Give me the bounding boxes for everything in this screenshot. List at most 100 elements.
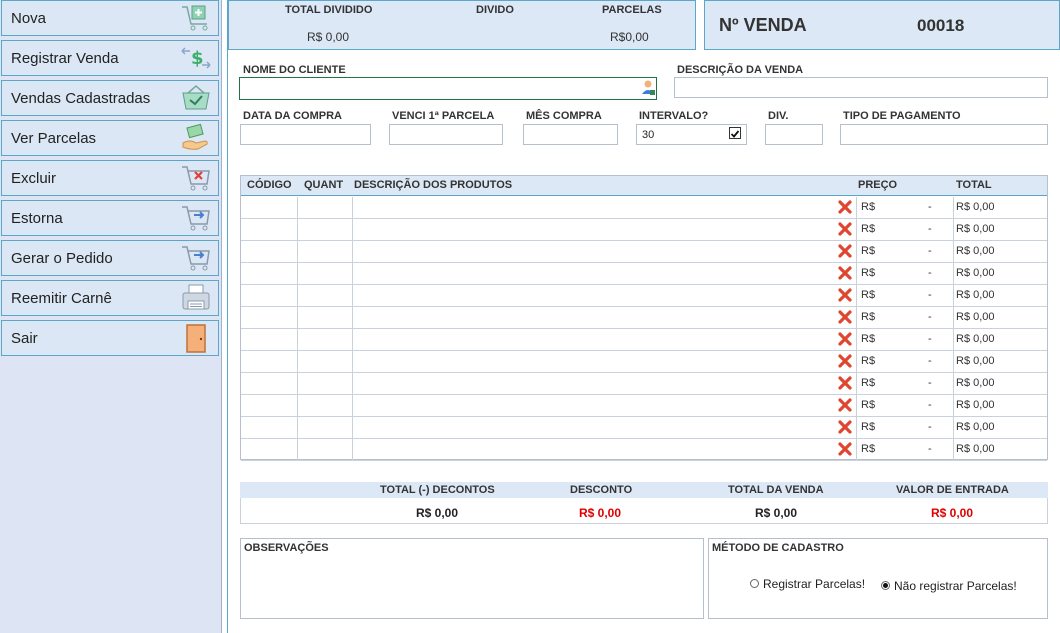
estorna-button[interactable]: Estorna <box>1 200 219 236</box>
venci-parcela-label: VENCI 1ª PARCELA <box>392 110 495 122</box>
cell-preco-value: - <box>928 245 932 257</box>
cell-preco-currency: R$ <box>861 421 876 433</box>
delete-row-icon[interactable] <box>837 243 853 259</box>
cell-total: R$ 0,00 <box>956 267 995 279</box>
delete-row-icon[interactable] <box>837 199 853 215</box>
cell-preco-currency: R$ <box>861 289 876 301</box>
observacoes-box[interactable]: OBSERVAÇÕES <box>240 538 704 619</box>
div-input[interactable] <box>765 124 823 145</box>
total-dividido-label: TOTAL DIVIDIDO <box>285 4 373 16</box>
parcelas-value: R$0,00 <box>610 30 649 44</box>
table-row[interactable]: R$ - R$ 0,00 <box>241 197 1047 219</box>
excluir-button[interactable]: Excluir <box>1 160 219 196</box>
intervalo-checkbox[interactable] <box>729 127 741 139</box>
cell-total: R$ 0,00 <box>956 245 995 257</box>
table-row[interactable]: R$ - R$ 0,00 <box>241 373 1047 395</box>
cell-preco-value: - <box>928 399 932 411</box>
table-row[interactable]: R$ - R$ 0,00 <box>241 417 1047 439</box>
table-row[interactable]: R$ - R$ 0,00 <box>241 307 1047 329</box>
venci-parcela-input[interactable] <box>389 124 503 145</box>
ver-parcelas-button[interactable]: Ver Parcelas <box>1 120 219 156</box>
descricao-venda-label: DESCRIÇÃO DA VENDA <box>677 64 804 76</box>
cell-preco-value: - <box>928 223 932 235</box>
delete-row-icon[interactable] <box>837 375 853 391</box>
vendas-cadastradas-button[interactable]: Vendas Cadastradas <box>1 80 219 116</box>
cell-preco-value: - <box>928 377 932 389</box>
totals-header: TOTAL (-) DECONTOS DESCONTO TOTAL DA VEN… <box>240 482 1048 498</box>
cell-total: R$ 0,00 <box>956 377 995 389</box>
cell-preco-currency: R$ <box>861 355 876 367</box>
data-compra-label: DATA DA COMPRA <box>243 110 342 122</box>
header-codigo: CÓDIGO <box>247 179 292 191</box>
total-venda-value: R$ 0,00 <box>755 506 798 520</box>
cell-total: R$ 0,00 <box>956 355 995 367</box>
delete-row-icon[interactable] <box>837 221 853 237</box>
cell-total: R$ 0,00 <box>956 311 995 323</box>
table-row[interactable]: R$ - R$ 0,00 <box>241 395 1047 417</box>
hand-money-icon <box>180 123 212 153</box>
header-preco: PREÇO <box>858 179 898 191</box>
door-icon <box>180 323 212 353</box>
cell-total: R$ 0,00 <box>956 201 995 213</box>
estorna-label: Estorna <box>11 209 63 227</box>
total-descontos-label: TOTAL (-) DECONTOS <box>380 484 495 496</box>
registrar-venda-button[interactable]: Registrar Venda $ <box>1 40 219 76</box>
cell-preco-value: - <box>928 443 932 455</box>
delete-row-icon[interactable] <box>837 309 853 325</box>
mes-compra-label: MÊS COMPRA <box>526 110 602 122</box>
valor-entrada-value[interactable]: R$ 0,00 <box>931 506 973 520</box>
nao-registrar-parcelas-radio[interactable] <box>881 581 890 590</box>
cell-preco-value: - <box>928 333 932 345</box>
svg-text:$: $ <box>191 48 204 69</box>
delete-row-icon[interactable] <box>837 419 853 435</box>
mes-compra-input[interactable] <box>523 124 618 145</box>
reemitir-carne-button[interactable]: Reemitir Carnê <box>1 280 219 316</box>
printer-icon <box>180 283 212 313</box>
table-row[interactable]: R$ - R$ 0,00 <box>241 329 1047 351</box>
sidebar: Nova Registrar Venda $ Vendas Cadastrada… <box>0 0 222 633</box>
cell-preco-currency: R$ <box>861 201 876 213</box>
table-row[interactable]: R$ - R$ 0,00 <box>241 351 1047 373</box>
gerar-pedido-button[interactable]: Gerar o Pedido <box>1 240 219 276</box>
table-row[interactable]: R$ - R$ 0,00 <box>241 241 1047 263</box>
delete-row-icon[interactable] <box>837 441 853 457</box>
table-row[interactable]: R$ - R$ 0,00 <box>241 219 1047 241</box>
nova-button[interactable]: Nova <box>1 0 219 36</box>
nome-cliente-input[interactable] <box>239 77 657 100</box>
cart-return-icon <box>180 203 212 233</box>
valor-entrada-label: VALOR DE ENTRADA <box>896 484 1009 496</box>
divido-label: DIVIDO <box>476 4 514 16</box>
delete-row-icon[interactable] <box>837 287 853 303</box>
header-quant: QUANT <box>304 179 344 191</box>
delete-row-icon[interactable] <box>837 397 853 413</box>
sair-button[interactable]: Sair <box>1 320 219 356</box>
table-row[interactable]: R$ - R$ 0,00 <box>241 285 1047 307</box>
reemitir-carne-label: Reemitir Carnê <box>11 289 112 307</box>
registrar-parcelas-label[interactable]: Registrar Parcelas! <box>763 577 865 591</box>
parcelas-label: PARCELAS <box>602 4 662 16</box>
header-descricao: DESCRIÇÃO DOS PRODUTOS <box>354 179 513 191</box>
tipo-pagamento-input[interactable] <box>840 124 1048 145</box>
delete-row-icon[interactable] <box>837 353 853 369</box>
gerar-pedido-label: Gerar o Pedido <box>11 249 113 267</box>
cell-preco-currency: R$ <box>861 245 876 257</box>
intervalo-label: INTERVALO? <box>639 110 709 122</box>
total-venda-label: TOTAL DA VENDA <box>728 484 824 496</box>
desconto-value[interactable]: R$ 0,00 <box>579 506 621 520</box>
total-descontos-value: R$ 0,00 <box>416 506 459 520</box>
delete-row-icon[interactable] <box>837 265 853 281</box>
user-search-icon[interactable] <box>641 79 655 95</box>
data-compra-input[interactable] <box>240 124 371 145</box>
basket-check-icon <box>180 83 212 113</box>
delete-row-icon[interactable] <box>837 331 853 347</box>
products-table: CÓDIGO QUANT DESCRIÇÃO DOS PRODUTOS PREÇ… <box>240 175 1048 461</box>
cart-add-icon <box>180 3 212 33</box>
venda-number: 00018 <box>917 16 965 35</box>
nao-registrar-parcelas-label[interactable]: Não registrar Parcelas! <box>894 579 1017 593</box>
descricao-venda-input[interactable] <box>674 77 1048 98</box>
registrar-parcelas-radio[interactable] <box>750 579 759 588</box>
tipo-pagamento-label: TIPO DE PAGAMENTO <box>843 110 961 122</box>
cart-remove-icon <box>180 163 212 193</box>
table-row[interactable]: R$ - R$ 0,00 <box>241 439 1047 461</box>
table-row[interactable]: R$ - R$ 0,00 <box>241 263 1047 285</box>
